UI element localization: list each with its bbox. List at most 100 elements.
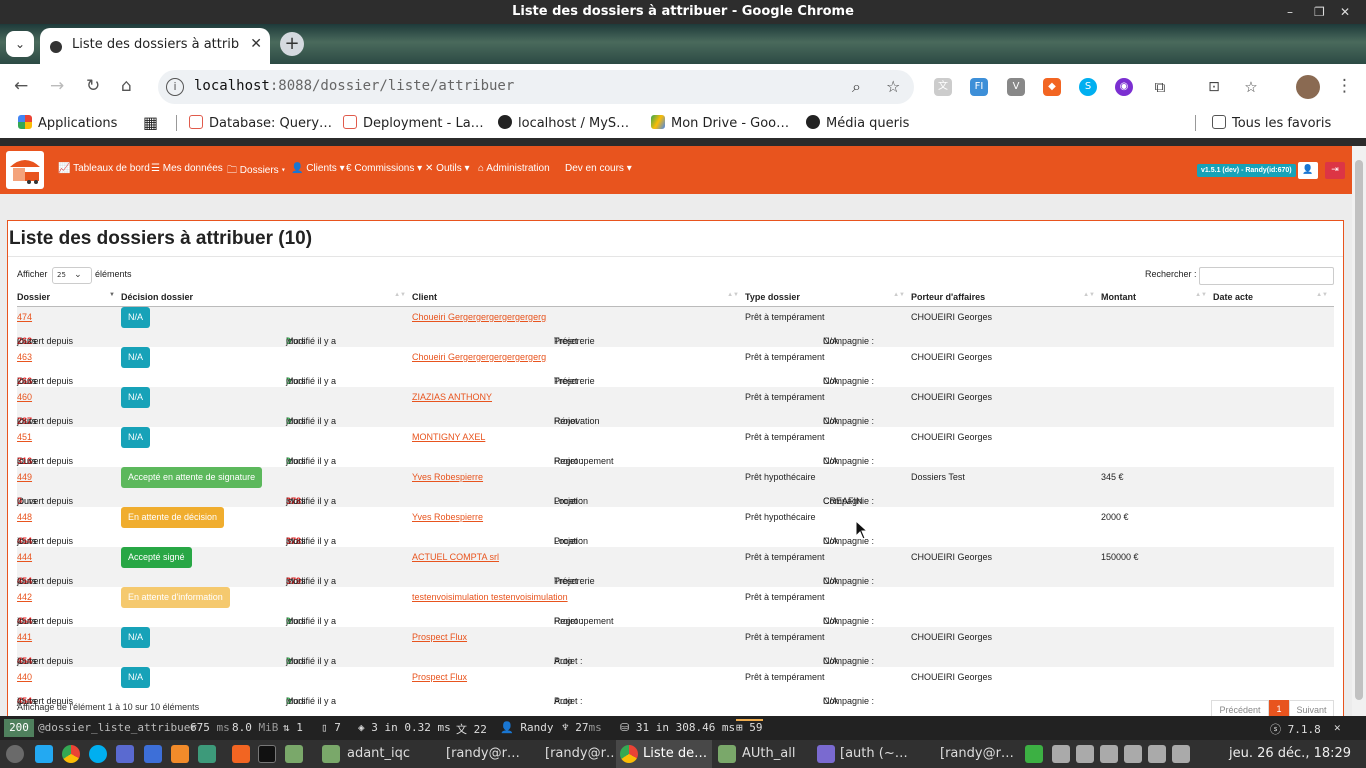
reload-icon[interactable]: ↻: [86, 76, 100, 96]
skype-icon[interactable]: [89, 745, 107, 763]
scrollbar-thumb[interactable]: [1355, 160, 1363, 700]
dossier-link[interactable]: 463: [17, 352, 32, 362]
db-metric[interactable]: ⛁ 31 in 308.46 ms: [620, 721, 735, 734]
bookmark-all[interactable]: Tous les favoris: [1212, 115, 1331, 131]
dossier-link[interactable]: 474: [17, 312, 32, 322]
terminal-icon[interactable]: [258, 745, 276, 763]
dossier-link[interactable]: 451: [17, 432, 32, 442]
restore-icon[interactable]: ❐: [1314, 0, 1325, 24]
zoom-icon[interactable]: ⌕: [852, 77, 861, 97]
postman-icon[interactable]: [232, 745, 250, 763]
col-client[interactable]: Client ▲▼: [412, 289, 745, 307]
extensions-puzzle-icon[interactable]: ⧉: [1151, 78, 1169, 96]
symfony-version[interactable]: ⓢ 7.1.8: [1270, 721, 1321, 737]
client-link[interactable]: Yves Robespierre: [412, 512, 483, 522]
screenshot-icon[interactable]: ⊡: [1205, 78, 1223, 96]
bookmark-phpmyadmin[interactable]: localhost / MyS…: [498, 115, 629, 131]
address-bar[interactable]: i localhost:8088/dossier/liste/attribuer…: [158, 70, 914, 104]
bookmark-drive[interactable]: Mon Drive - Goo…: [651, 115, 789, 131]
logs-metric[interactable]: ⇅ 1: [283, 721, 303, 734]
nav-clients[interactable]: 👤 Clients ▾: [291, 163, 345, 174]
extension-translate-icon[interactable]: 文: [934, 78, 952, 96]
notes-icon[interactable]: [1076, 745, 1094, 763]
vpn-icon[interactable]: [1148, 745, 1166, 763]
twig-metric[interactable]: ♆ 27ms: [562, 721, 602, 734]
menu-icon[interactable]: [6, 745, 24, 763]
client-link[interactable]: ACTUEL COMPTA srl: [412, 552, 499, 562]
nav-commissions[interactable]: € Commissions ▾: [346, 163, 422, 174]
pager-page-1[interactable]: 1: [1269, 700, 1289, 716]
col-decision[interactable]: Décision dossier ▲▼: [121, 289, 412, 307]
taskbar-item[interactable]: [randy@r…: [940, 746, 1014, 761]
shield-icon[interactable]: [1100, 745, 1118, 763]
cache-metric[interactable]: ◈ 3 in 0.32 ms: [358, 721, 451, 734]
nav-dashboards[interactable]: 📈 Tableaux de bord: [58, 163, 150, 174]
client-link[interactable]: testenvoisimulation testenvoisimulation: [412, 592, 568, 602]
tab-groups-icon[interactable]: ▦: [143, 113, 158, 132]
app-icon[interactable]: [171, 745, 189, 763]
dossier-link[interactable]: 460: [17, 392, 32, 402]
logout-button[interactable]: ⇥: [1325, 162, 1345, 179]
col-montant[interactable]: Montant ▲▼: [1101, 289, 1213, 307]
taskbar-item[interactable]: [randy@r…: [446, 746, 520, 761]
back-icon[interactable]: ←: [14, 76, 28, 96]
client-link[interactable]: Choueiri Gergergergergergergerg: [412, 352, 546, 362]
forward-icon[interactable]: →: [50, 76, 64, 96]
col-dossier[interactable]: Dossier ▼: [17, 289, 121, 307]
close-window-icon[interactable]: ✕: [1340, 0, 1350, 24]
mail-icon[interactable]: [116, 745, 134, 763]
translation-metric[interactable]: 文 22: [456, 721, 487, 737]
client-link[interactable]: Prospect Flux: [412, 672, 467, 682]
pager-previous[interactable]: Précédent: [1211, 700, 1269, 716]
tab-close-icon[interactable]: ✕: [250, 36, 262, 52]
user-switch-button[interactable]: 👤: [1298, 162, 1318, 179]
client-link[interactable]: MONTIGNY AXEL: [412, 432, 485, 442]
dossier-link[interactable]: 448: [17, 512, 32, 522]
bookmark-media[interactable]: Média queris: [806, 115, 909, 131]
nav-dev[interactable]: Dev en cours ▾: [565, 163, 632, 174]
clock[interactable]: jeu. 26 déc., 18:29: [1229, 746, 1351, 761]
client-link[interactable]: Prospect Flux: [412, 632, 467, 642]
chrome-icon[interactable]: [62, 745, 80, 763]
page-scrollbar[interactable]: [1352, 146, 1366, 716]
dossier-link[interactable]: 441: [17, 632, 32, 642]
col-porteur[interactable]: Porteur d'affaires ▲▼: [911, 289, 1101, 307]
memory-metric[interactable]: 8.0 MiB: [232, 721, 278, 734]
bookmark-star-icon[interactable]: ☆: [886, 77, 900, 96]
bookmark-deployment[interactable]: Deployment - La…: [343, 115, 484, 131]
status-badge[interactable]: 200: [4, 719, 34, 737]
files-icon[interactable]: [285, 745, 303, 763]
chrome-menu-icon[interactable]: ⋮: [1336, 76, 1353, 96]
dossier-link[interactable]: 444: [17, 552, 32, 562]
time-metric[interactable]: 675 ms: [190, 721, 230, 734]
nav-tools[interactable]: ✕ Outils ▾: [425, 163, 470, 174]
profile-avatar[interactable]: [1296, 75, 1320, 99]
screenshot-tool-icon[interactable]: [144, 745, 162, 763]
bookmark-database[interactable]: Database: Query…: [189, 115, 332, 131]
dossier-link[interactable]: 449: [17, 472, 32, 482]
pager-next[interactable]: Suivant: [1289, 700, 1334, 716]
home-icon[interactable]: ⌂: [121, 76, 132, 96]
user-metric[interactable]: 👤 Randy: [500, 721, 553, 734]
bookmark-apps[interactable]: Applications: [18, 115, 117, 131]
new-tab-button[interactable]: +: [280, 32, 304, 56]
taskbar-item[interactable]: adant_iqc: [347, 746, 410, 761]
dossier-link[interactable]: 440: [17, 672, 32, 682]
volume-icon[interactable]: [1172, 745, 1190, 763]
taskbar-item[interactable]: [randy@r…: [545, 746, 619, 761]
client-link[interactable]: Yves Robespierre: [412, 472, 483, 482]
debug-close-icon[interactable]: ✕: [1334, 721, 1341, 734]
forms-metric[interactable]: ▯ 7: [321, 721, 341, 734]
site-info-icon[interactable]: i: [166, 78, 184, 96]
nav-dossiers[interactable]: 🗀 Dossiers ▾: [227, 163, 285, 180]
vscode-icon[interactable]: [35, 745, 53, 763]
client-link[interactable]: ZIAZIAS ANTHONY: [412, 392, 492, 402]
col-type[interactable]: Type dossier ▲▼: [745, 289, 911, 307]
col-date-acte[interactable]: Date acte ▲▼: [1213, 289, 1334, 307]
taskbar-item[interactable]: AUth_all: [742, 746, 795, 761]
clipboard-icon[interactable]: [1052, 745, 1070, 763]
extension-fi-icon[interactable]: FI: [970, 78, 988, 96]
favorites-icon[interactable]: ☆: [1242, 78, 1260, 96]
nav-my-data[interactable]: ☰ Mes données: [151, 163, 223, 174]
extension-purple-icon[interactable]: ◉: [1115, 78, 1133, 96]
